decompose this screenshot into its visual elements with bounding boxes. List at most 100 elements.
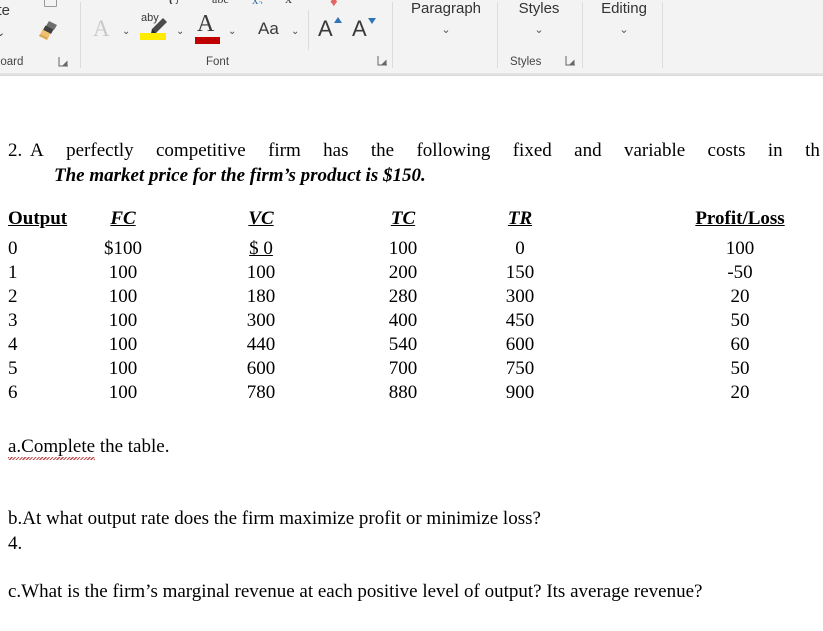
styles-bottom-label: Styles — [510, 56, 542, 68]
highlight-color-swatch — [140, 33, 166, 40]
question-word: firm — [268, 140, 301, 161]
table-row: 0 $100 $ 0 100 0 100 — [0, 238, 823, 262]
question-number: 2. — [8, 140, 23, 161]
text-effects-icon[interactable]: A — [93, 17, 110, 40]
paste-clipboard-icon — [44, 0, 57, 7]
cell-tc: 200 — [388, 262, 418, 283]
font-color-button[interactable]: A — [195, 11, 225, 45]
table-row: 5 100 600 700 750 50 — [0, 358, 823, 382]
styles-dialog-launcher-icon[interactable] — [565, 55, 576, 66]
cell-fc: 100 — [108, 310, 138, 331]
table-body: 0 $100 $ 0 100 0 100 1 100 100 200 150 -50 2 100 180 28… — [0, 238, 823, 406]
underline-icon[interactable]: U — [168, 0, 180, 4]
styles-group-button[interactable]: Styles ⌄ — [502, 0, 576, 36]
font-dialog-launcher-icon[interactable] — [377, 55, 388, 66]
cell-output: 3 — [8, 310, 18, 331]
clipboard-dialog-launcher-icon[interactable] — [58, 56, 69, 67]
font-color-swatch — [195, 37, 220, 44]
cell-profit-loss: 100 — [725, 238, 755, 259]
group-separator — [392, 2, 393, 68]
cell-profit-loss: 20 — [730, 382, 750, 403]
clear-formatting-icon[interactable]: ♦ — [330, 0, 338, 6]
paste-caret-icon[interactable]: ⌄ — [0, 26, 5, 39]
text-highlight-color-button[interactable]: aby — [140, 12, 174, 44]
question-word: A — [30, 140, 44, 161]
font-color-caret-icon[interactable]: ⌄ — [228, 26, 236, 37]
question-word: costs — [707, 140, 746, 161]
word-ribbon: ste ⌄ poard U abc x₂ x ♦ A ⌄ aby — [0, 0, 823, 73]
shrink-font-icon[interactable]: A — [352, 16, 367, 42]
cell-fc: 100 — [108, 358, 138, 379]
grow-font-icon[interactable]: A — [318, 16, 333, 42]
table-row: 2 100 180 280 300 20 — [0, 286, 823, 310]
cell-profit-loss: 20 — [730, 286, 750, 307]
clipboard-group-label: poard — [0, 56, 24, 68]
grow-font-arrow-icon — [334, 17, 342, 23]
cell-vc: 780 — [246, 382, 276, 403]
font-group-label: Font — [206, 56, 230, 68]
cell-output: 5 — [8, 358, 18, 379]
word-gap — [134, 140, 156, 162]
header-tr: TR — [507, 208, 533, 229]
editing-group-button[interactable]: Editing ⌄ — [588, 0, 660, 36]
cell-tr: 150 — [505, 262, 535, 283]
group-separator — [80, 2, 81, 68]
word-gap — [301, 140, 323, 162]
shrink-font-arrow-icon — [368, 18, 376, 24]
question-word: th — [805, 140, 820, 161]
cell-tr: 0 — [515, 238, 525, 259]
question-word: variable — [623, 140, 686, 161]
paste-label: ste — [0, 2, 11, 19]
strikethrough-icon[interactable]: abc — [212, 0, 229, 4]
question-word: perfectly — [66, 140, 134, 161]
sub-question-a-rest: the table. — [95, 436, 170, 457]
question-2-line-2: The market price for the firm’s product … — [54, 165, 426, 186]
header-tc: TC — [390, 208, 416, 229]
word-gap — [349, 140, 371, 162]
styles-group-caret-icon: ⌄ — [534, 24, 544, 36]
superscript-icon[interactable]: x — [285, 0, 292, 4]
paragraph-group-button[interactable]: Paragraph ⌄ — [398, 0, 494, 36]
font-color-letter: A — [197, 11, 215, 37]
question-2-text: A perfectly competitive firm has the fol… — [30, 140, 820, 162]
paragraph-group-label: Paragraph — [410, 0, 482, 17]
cost-table: Output FC VC TC TR Profit/Loss 0 $100 $ 0 1… — [0, 208, 823, 406]
cell-tr: 900 — [505, 382, 535, 403]
cell-output: 0 — [8, 238, 18, 259]
cell-tr: 450 — [505, 310, 535, 331]
cell-tc: 280 — [388, 286, 418, 307]
question-word: in — [767, 140, 783, 161]
cell-output: 4 — [8, 334, 18, 355]
document-canvas[interactable]: 2. A perfectly competitive firm has the f… — [0, 76, 823, 631]
subscript-icon[interactable]: x₂ — [252, 0, 263, 4]
question-word: following — [416, 140, 491, 161]
cell-vc: 180 — [246, 286, 276, 307]
highlight-caret-icon[interactable]: ⌄ — [176, 26, 184, 37]
question-2-line-1: 2. A perfectly competitive firm has the f… — [8, 140, 823, 162]
question-word: fixed — [512, 140, 552, 161]
change-case-icon[interactable]: Aa — [258, 19, 279, 39]
cell-tr: 750 — [505, 358, 535, 379]
paragraph-group-caret-icon: ⌄ — [441, 24, 451, 36]
table-row: 4 100 440 540 600 60 — [0, 334, 823, 358]
cell-vc: 600 — [246, 358, 276, 379]
change-case-caret-icon[interactable]: ⌄ — [291, 26, 299, 37]
cell-vc: 300 — [246, 310, 276, 331]
header-output: Output — [8, 208, 68, 229]
cell-output: 2 — [8, 286, 18, 307]
cell-tr: 300 — [505, 286, 535, 307]
format-painter-icon[interactable] — [32, 19, 60, 41]
word-gap — [746, 140, 768, 162]
sub-question-b-answer: 4. — [8, 533, 23, 554]
font-size-separator — [308, 10, 309, 50]
text-effects-caret-icon[interactable]: ⌄ — [122, 26, 130, 37]
cell-tc: 880 — [388, 382, 418, 403]
sub-question-a: a.Complete the table. — [8, 436, 170, 460]
word-gap — [552, 140, 574, 162]
cell-profit-loss: 50 — [730, 310, 750, 331]
editing-group-label: Editing — [601, 0, 647, 17]
word-gap — [246, 140, 268, 162]
word-gap — [685, 140, 707, 162]
cell-output: 1 — [8, 262, 18, 283]
cell-tc: 400 — [388, 310, 418, 331]
